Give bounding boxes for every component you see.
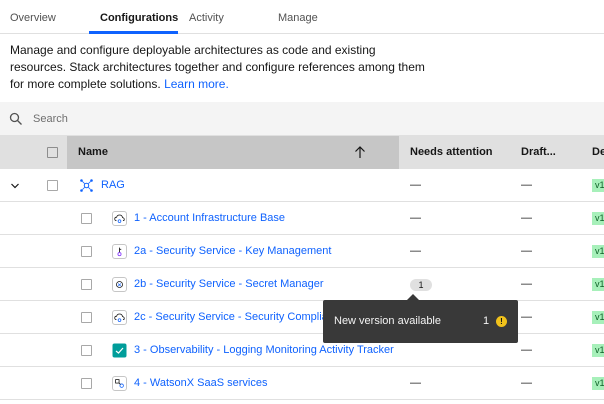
header-next[interactable]: De bbox=[592, 136, 604, 169]
row-name-link[interactable]: 1 - Account Infrastructure Base bbox=[134, 202, 285, 235]
chevron-down-icon[interactable] bbox=[10, 181, 20, 191]
search-icon bbox=[9, 112, 22, 125]
row-checkbox[interactable] bbox=[81, 312, 92, 323]
key-icon bbox=[112, 244, 127, 259]
select-all-checkbox[interactable] bbox=[47, 147, 58, 158]
row-name-link[interactable]: 4 - WatsonX SaaS services bbox=[134, 367, 267, 400]
observability-icon bbox=[112, 343, 127, 358]
version-tag: v1 bbox=[592, 377, 604, 390]
row-checkbox[interactable] bbox=[81, 345, 92, 356]
row-name-link[interactable]: 2c - Security Service - Security Complia… bbox=[134, 301, 346, 334]
tab-bar: Overview Configurations Activity Manage bbox=[0, 0, 604, 34]
draft-value: — bbox=[521, 179, 532, 191]
header-needs-attention[interactable]: Needs attention bbox=[410, 136, 493, 169]
tooltip-count: 1 bbox=[483, 315, 490, 327]
row-checkbox[interactable] bbox=[81, 279, 92, 290]
tooltip-message: New version available bbox=[334, 315, 441, 327]
header-draft[interactable]: Draft... bbox=[521, 136, 556, 169]
draft-value: — bbox=[521, 377, 532, 389]
tab-configurations[interactable]: Configurations bbox=[100, 0, 178, 34]
version-tag: v1 bbox=[592, 311, 604, 324]
cloud-gear-icon bbox=[112, 310, 127, 325]
version-tag: v1 bbox=[592, 278, 604, 291]
needs-attention-value: — bbox=[410, 179, 421, 191]
row-checkbox[interactable] bbox=[81, 213, 92, 224]
arrow-up-icon[interactable] bbox=[354, 146, 366, 159]
version-tag: v1 bbox=[592, 344, 604, 357]
table-row[interactable]: 2a - Security Service - Key Management —… bbox=[0, 235, 604, 268]
stack-icon bbox=[80, 179, 93, 192]
table-row[interactable]: 1 - Account Infrastructure Base — — v1 bbox=[0, 202, 604, 235]
services-icon bbox=[112, 376, 127, 391]
row-checkbox[interactable] bbox=[81, 378, 92, 389]
version-tag: v1 bbox=[592, 245, 604, 258]
new-version-tooltip: New version available 1 ! bbox=[323, 294, 518, 343]
needs-attention-badge[interactable]: 1 bbox=[410, 279, 432, 291]
cloud-gear-icon bbox=[112, 211, 127, 226]
name-column-header[interactable] bbox=[67, 136, 399, 169]
draft-value: — bbox=[521, 278, 532, 290]
tab-overview[interactable]: Overview bbox=[10, 0, 56, 34]
row-checkbox[interactable] bbox=[47, 180, 58, 191]
tab-activity[interactable]: Activity bbox=[189, 0, 224, 34]
needs-attention-value: — bbox=[410, 377, 421, 389]
draft-value: — bbox=[521, 212, 532, 224]
header-name: Name bbox=[78, 146, 108, 158]
needs-attention-value: — bbox=[410, 212, 421, 224]
table-row[interactable]: × 2b - Security Service - Secret Manager… bbox=[0, 268, 604, 301]
table-row[interactable]: RAG — — v1 bbox=[0, 169, 604, 202]
svg-text:×: × bbox=[117, 283, 122, 289]
search-bar[interactable]: Search bbox=[0, 102, 604, 136]
page-description: Manage and configure deployable architec… bbox=[10, 42, 430, 93]
search-input[interactable]: Search bbox=[33, 102, 68, 136]
table-header: Name Needs attention Draft... De bbox=[0, 136, 604, 169]
version-tag: v1 bbox=[592, 212, 604, 225]
table-row[interactable]: 4 - WatsonX SaaS services — — v1 bbox=[0, 367, 604, 400]
active-tab-indicator bbox=[89, 31, 178, 34]
draft-value: — bbox=[521, 245, 532, 257]
draft-value: — bbox=[521, 311, 532, 323]
learn-more-link[interactable]: Learn more. bbox=[164, 77, 229, 91]
needs-attention-value: — bbox=[410, 245, 421, 257]
row-name-link[interactable]: 2b - Security Service - Secret Manager bbox=[134, 268, 324, 301]
draft-value: — bbox=[521, 344, 532, 356]
tab-manage[interactable]: Manage bbox=[278, 0, 318, 34]
warning-icon: ! bbox=[496, 316, 507, 327]
secret-icon: × bbox=[112, 277, 127, 292]
row-checkbox[interactable] bbox=[81, 246, 92, 257]
row-name-link[interactable]: RAG bbox=[101, 169, 125, 202]
row-name-link[interactable]: 2a - Security Service - Key Management bbox=[134, 235, 331, 268]
version-tag: v1 bbox=[592, 179, 604, 192]
